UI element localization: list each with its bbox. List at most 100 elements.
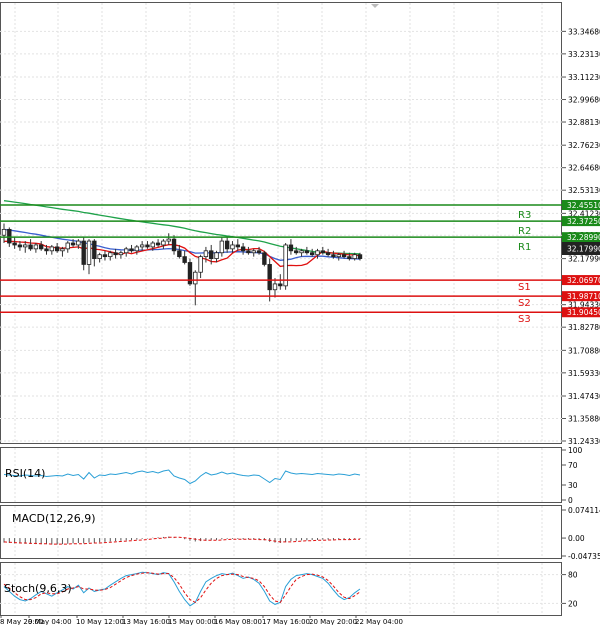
candle-body bbox=[108, 252, 113, 258]
candle-body bbox=[224, 240, 230, 250]
time-tick-label: 10 May 12:00 bbox=[76, 618, 124, 625]
price-tick-label: 32.76230 bbox=[568, 141, 600, 150]
time-tick-label: 9 May 04:00 bbox=[28, 618, 72, 625]
price-tick-label: 33.34680 bbox=[568, 27, 600, 36]
level-price-label: 32.45510 bbox=[567, 201, 600, 210]
price-panel: 33.34680 33.23130 33.11230 32.99680 32.88130… bbox=[0, 2, 600, 446]
price-tick-label: 31.47430 bbox=[568, 392, 600, 401]
candle-body bbox=[12, 242, 17, 246]
candle-body bbox=[357, 254, 363, 259]
candle-body bbox=[76, 240, 81, 246]
time-tick-label: 22 May 04:00 bbox=[355, 618, 403, 625]
stoch-tick-label: 20 bbox=[568, 599, 578, 608]
level-name-r2: R2 bbox=[518, 226, 531, 237]
level-price-label: 32.06970 bbox=[567, 276, 600, 285]
rsi-tick-label: 70 bbox=[568, 461, 578, 470]
price-tick-label: 32.64680 bbox=[568, 164, 600, 173]
level-name-s3: S3 bbox=[518, 314, 531, 325]
time-tick-label: 20 May 20:00 bbox=[309, 618, 357, 625]
time-tick-label: 16 May 08:00 bbox=[214, 618, 262, 625]
price-grid bbox=[0, 3, 562, 443]
rsi-tick-label: 30 bbox=[568, 481, 578, 490]
level-price-label: 31.98710 bbox=[567, 292, 600, 301]
rsi-title: RSI(14) bbox=[5, 467, 45, 480]
candle-body bbox=[230, 244, 235, 250]
level-price-label: 32.37250 bbox=[567, 217, 600, 226]
candle-body bbox=[341, 254, 347, 258]
candle-body bbox=[81, 240, 86, 265]
candle-body bbox=[150, 242, 155, 248]
rsi-axis: 100 70 30 0 bbox=[562, 446, 583, 505]
price-tick-label: 32.99680 bbox=[568, 96, 600, 105]
candle-body bbox=[70, 242, 76, 246]
candle-body bbox=[352, 254, 357, 259]
macd-axis: 0.074114 0.00 -0.047351 bbox=[562, 506, 600, 561]
candles bbox=[1, 223, 363, 306]
candle-body bbox=[331, 254, 336, 258]
candle-body bbox=[166, 238, 171, 242]
stoch-axis: 80 20 bbox=[562, 571, 578, 608]
candle-body bbox=[336, 254, 341, 258]
chart: 33.34680 33.23130 33.11230 32.99680 32.88130… bbox=[0, 2, 600, 625]
candle-body bbox=[304, 250, 310, 254]
price-tick-label: 31.70880 bbox=[568, 346, 600, 355]
candle-body bbox=[7, 228, 12, 244]
macd-tick-label: 0.074114 bbox=[568, 506, 600, 515]
candle-body bbox=[49, 246, 55, 252]
time-tick-label: 13 May 16:00 bbox=[122, 618, 170, 625]
candle-body bbox=[272, 283, 278, 291]
candle-body bbox=[256, 250, 262, 254]
time-tick-label: 17 May 16:00 bbox=[262, 618, 310, 625]
candle-body bbox=[23, 244, 28, 248]
current-price-label: 32.17990 bbox=[567, 245, 600, 254]
candle-body bbox=[320, 250, 326, 254]
price-tick-label: 31.59330 bbox=[568, 369, 600, 378]
price-tick-label: 32.88130 bbox=[568, 118, 600, 127]
price-tick-label: 32.53130 bbox=[568, 186, 600, 195]
candle-body bbox=[33, 244, 39, 250]
rsi-line bbox=[3, 469, 361, 485]
candle-body bbox=[97, 254, 102, 259]
candle-body bbox=[219, 240, 225, 254]
candle-body bbox=[145, 244, 150, 248]
candle-body bbox=[28, 244, 33, 250]
candle-body bbox=[102, 254, 108, 258]
candle-body bbox=[309, 252, 315, 256]
candle-body bbox=[134, 246, 140, 252]
stoch-title: Stoch(9,6,3) bbox=[4, 582, 72, 595]
candle-body bbox=[139, 244, 145, 248]
price-tick-label: 31.82780 bbox=[568, 323, 600, 332]
level-name-r1: R1 bbox=[518, 242, 531, 253]
level-name-r3: R3 bbox=[518, 210, 531, 221]
time-tick-label: 15 May 00:00 bbox=[168, 618, 216, 625]
candle-body bbox=[124, 248, 129, 254]
macd-title: MACD(12,26,9) bbox=[12, 512, 96, 525]
rsi-panel: 100 70 30 0 RSI(14) bbox=[0, 446, 583, 505]
current-price-box: 32.17990 bbox=[562, 242, 600, 255]
candle-body bbox=[177, 250, 182, 258]
candle-body bbox=[278, 283, 283, 287]
macd-panel: 0.074114 0.00 -0.047351 MACD(12,26,9) bbox=[0, 505, 600, 561]
rsi-tick-label: 0 bbox=[568, 496, 573, 505]
scroll-marker-icon[interactable] bbox=[371, 4, 379, 8]
candle-body bbox=[203, 250, 209, 258]
candle-body bbox=[1, 228, 7, 236]
price-tick-label: 31.35880 bbox=[568, 415, 600, 424]
candle-body bbox=[325, 252, 331, 256]
level-name-s2: S2 bbox=[518, 298, 531, 309]
rsi-grid bbox=[14, 448, 543, 502]
candle-body bbox=[251, 250, 256, 254]
candle-body bbox=[171, 238, 177, 252]
candle-body bbox=[92, 240, 97, 259]
price-panel-frame bbox=[0, 2, 562, 444]
macd-tick-label: -0.047351 bbox=[568, 552, 600, 561]
level-price-label: 32.28990 bbox=[567, 233, 600, 242]
candle-body bbox=[198, 256, 203, 273]
candle-body bbox=[267, 264, 272, 291]
candle-body bbox=[38, 244, 44, 250]
candle-body bbox=[288, 244, 294, 252]
candle-body bbox=[44, 248, 49, 252]
candle-body bbox=[129, 248, 134, 252]
candle-body bbox=[155, 242, 161, 246]
candle-body bbox=[193, 271, 198, 285]
